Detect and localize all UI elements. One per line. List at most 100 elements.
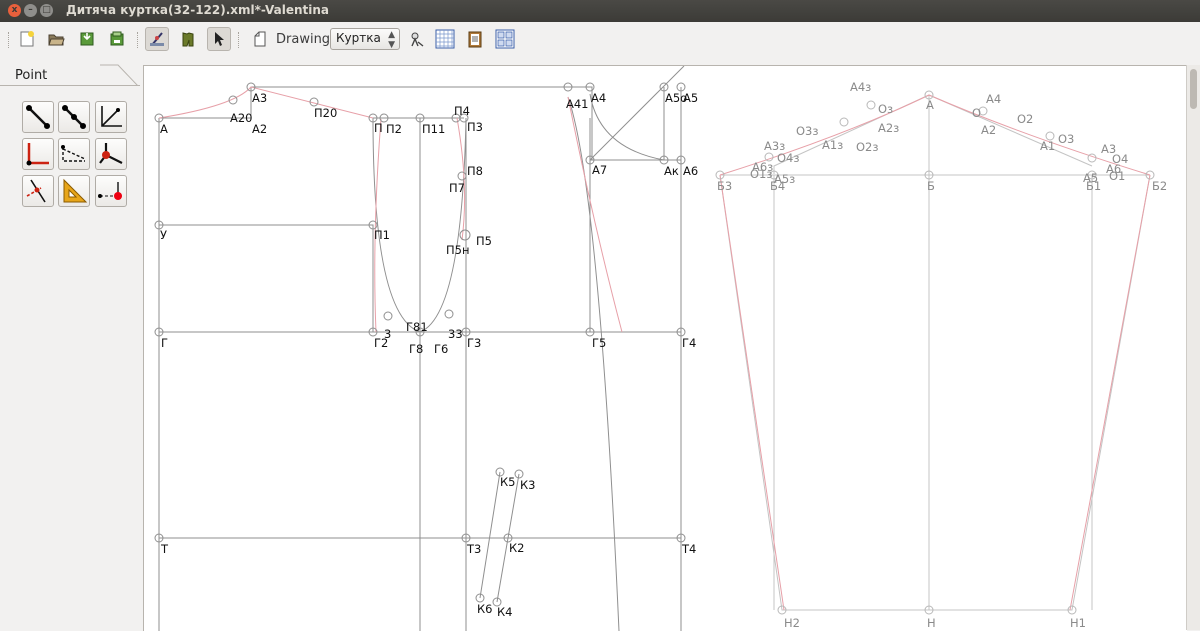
point-label: О1 bbox=[1109, 169, 1126, 183]
point-label: О2з bbox=[856, 140, 879, 154]
point-label: О3з bbox=[796, 124, 819, 138]
point-label: Ак bbox=[664, 164, 679, 178]
triangle-tool[interactable] bbox=[58, 175, 90, 207]
new-drawing-icon[interactable] bbox=[249, 28, 271, 50]
draw-mode-icon[interactable] bbox=[145, 27, 169, 51]
point-label: Г6 bbox=[434, 342, 449, 356]
triangle-ruler-icon bbox=[63, 178, 88, 203]
point-label: А bbox=[926, 98, 934, 112]
point-label: А3 bbox=[252, 91, 268, 105]
arrow-pointer-icon[interactable] bbox=[207, 27, 231, 51]
history-icon[interactable] bbox=[406, 28, 428, 50]
point-label: П3 bbox=[467, 120, 483, 134]
point-label: А2з bbox=[878, 121, 900, 135]
point-label: О3 bbox=[1058, 132, 1075, 146]
drawing-label: Drawing: bbox=[276, 32, 335, 47]
open-file-icon[interactable] bbox=[45, 28, 67, 50]
close-button[interactable]: x bbox=[8, 4, 21, 17]
bisector-icon bbox=[101, 106, 122, 127]
point-label: П5н bbox=[446, 243, 470, 257]
intersection-tool[interactable] bbox=[22, 175, 54, 207]
tab-edge bbox=[100, 64, 138, 86]
toolbar-separator bbox=[8, 32, 11, 48]
toolbar-separator bbox=[238, 32, 241, 48]
tool-panel: Point bbox=[0, 62, 140, 630]
save-as-icon[interactable] bbox=[106, 28, 128, 50]
point-label: Б3 bbox=[717, 179, 733, 193]
point-label: Г8 bbox=[409, 342, 424, 356]
tab-point-label: Point bbox=[15, 68, 48, 83]
clipboard-icon[interactable] bbox=[464, 28, 486, 50]
bisector-tool[interactable] bbox=[95, 101, 127, 133]
maximize-button[interactable]: □ bbox=[40, 4, 53, 17]
point-label: Н bbox=[927, 616, 936, 630]
point-label: К2 bbox=[509, 541, 525, 555]
point-label: Г2 bbox=[374, 336, 389, 350]
point-label: К5 bbox=[500, 475, 516, 489]
point-label: П11 bbox=[422, 122, 446, 136]
drawing-canvas[interactable]: А А20 А3 А2 П20 П П2 П11 П4 П3 А41 А4 А5… bbox=[143, 65, 1187, 631]
point-label: А7 bbox=[592, 163, 608, 177]
point-label: А5 bbox=[1083, 171, 1099, 185]
along-line-tool[interactable] bbox=[58, 101, 90, 133]
along-line-icon bbox=[62, 105, 86, 129]
normal-tool[interactable] bbox=[22, 138, 54, 170]
point-label: П8 bbox=[467, 164, 483, 178]
point-label: Б2 bbox=[1152, 179, 1168, 193]
point-label: У bbox=[160, 228, 168, 242]
minimize-button[interactable]: – bbox=[24, 4, 37, 17]
drawing-select[interactable]: Куртка ▲ ▼ bbox=[330, 28, 400, 50]
point-label: П7 bbox=[449, 181, 465, 195]
layout-icon[interactable] bbox=[494, 28, 516, 50]
point-label: П bbox=[374, 121, 383, 135]
table-icon[interactable] bbox=[434, 28, 456, 50]
point-label: О4з bbox=[777, 151, 800, 165]
window-title: Дитяча куртка(32-122).xml*-Valentina bbox=[66, 3, 330, 17]
height-tool[interactable] bbox=[95, 175, 127, 207]
main-toolbar: Drawing: Куртка ▲ ▼ bbox=[0, 22, 1200, 58]
new-file-icon[interactable] bbox=[16, 28, 38, 50]
point-label: А6 bbox=[683, 164, 699, 178]
point-label: О2 bbox=[1017, 112, 1034, 126]
point-label: А1з bbox=[822, 138, 844, 152]
point-label: К4 bbox=[497, 605, 513, 619]
point-label: Б bbox=[927, 179, 935, 193]
shoulder-point-tool[interactable] bbox=[58, 138, 90, 170]
point-label: П1 bbox=[374, 228, 390, 242]
drawing-select-value: Куртка bbox=[336, 31, 381, 45]
point-label: О bbox=[972, 106, 982, 120]
sleeve-point-markers bbox=[715, 90, 1155, 615]
tab-point[interactable]: Point bbox=[4, 64, 104, 86]
point-label: Т4 bbox=[682, 542, 697, 556]
point-label: А5 bbox=[683, 91, 699, 105]
point-label: А2 bbox=[981, 123, 997, 137]
point-label: К6 bbox=[477, 602, 493, 616]
point-label: Г3 bbox=[467, 336, 482, 350]
point-label: П2 bbox=[386, 122, 402, 136]
curve-point-tool[interactable] bbox=[95, 138, 127, 170]
point-label: П20 bbox=[314, 106, 338, 120]
point-label: Г5 bbox=[592, 336, 607, 350]
point-label: А2 bbox=[252, 122, 268, 136]
details-mode-icon[interactable] bbox=[177, 28, 199, 50]
vertical-scrollbar[interactable] bbox=[1186, 65, 1200, 630]
point-label: А20 bbox=[230, 111, 253, 125]
point-label: П4 bbox=[454, 104, 470, 118]
point-label: Г bbox=[161, 336, 169, 350]
intersection-icon bbox=[26, 179, 46, 203]
line-point-icon bbox=[26, 105, 50, 129]
save-icon[interactable] bbox=[76, 28, 98, 50]
point-label: Н2 bbox=[784, 616, 800, 630]
toolbar-separator bbox=[137, 32, 140, 48]
point-label: А4з bbox=[850, 80, 872, 94]
point-label: К3 bbox=[520, 478, 536, 492]
point-label: Т bbox=[161, 542, 169, 556]
point-label: 33 bbox=[448, 327, 463, 341]
tab-divider bbox=[0, 85, 140, 86]
point-label: Н1 bbox=[1070, 616, 1086, 630]
line-point-tool[interactable] bbox=[22, 101, 54, 133]
normal-icon bbox=[26, 143, 49, 166]
point-label: Б4 bbox=[770, 179, 786, 193]
title-bar: x – □ Дитяча куртка(32-122).xml*-Valenti… bbox=[0, 0, 1200, 22]
scrollbar-thumb[interactable] bbox=[1190, 69, 1197, 109]
